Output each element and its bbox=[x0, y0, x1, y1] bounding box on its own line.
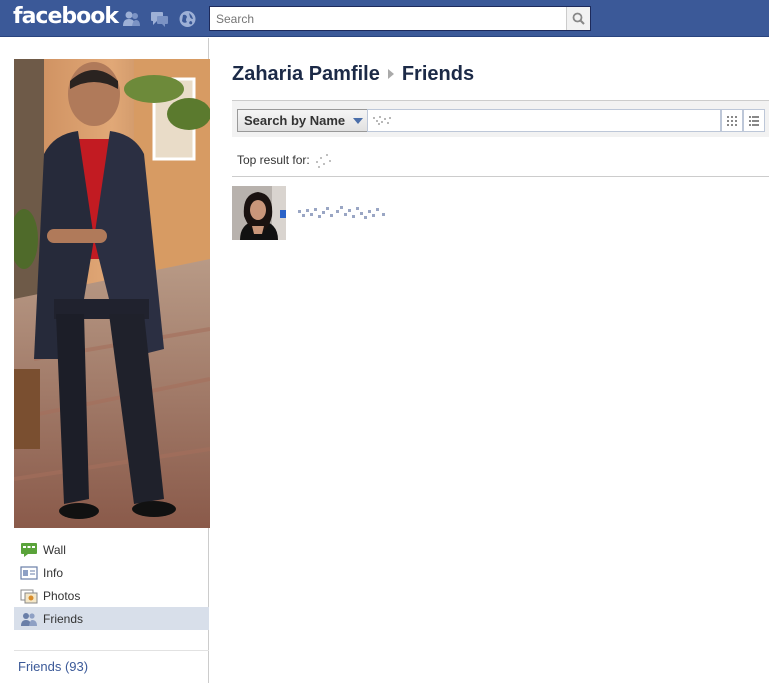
friends-count-link[interactable]: Friends (93) bbox=[18, 659, 88, 674]
chevron-down-icon bbox=[353, 117, 364, 124]
redacted-friend-name-link[interactable] bbox=[296, 201, 392, 225]
profile-photo-person bbox=[14, 59, 210, 528]
friend-requests-icon[interactable] bbox=[122, 10, 141, 28]
left-column: Wall Info Photos Friends Friends (93) bbox=[0, 38, 210, 683]
sidebar-item-label: Friends bbox=[43, 611, 84, 626]
section-title: Friends bbox=[401, 63, 475, 85]
global-search[interactable] bbox=[209, 6, 591, 31]
page-title: Zaharia Pamfile Friends bbox=[232, 63, 474, 86]
sidebar-item-wall[interactable]: Wall bbox=[14, 538, 209, 561]
grid-view-button[interactable] bbox=[721, 109, 743, 132]
profile-nav: Wall Info Photos Friends bbox=[14, 538, 209, 630]
facebook-logo[interactable]: facebook bbox=[13, 4, 119, 29]
redacted-text-icon bbox=[316, 154, 332, 168]
sidebar-item-friends[interactable]: Friends bbox=[14, 607, 209, 630]
filter-dropdown-button[interactable]: Search by Name bbox=[237, 109, 368, 132]
list-view-icon bbox=[749, 115, 759, 126]
filter-label: Search by Name bbox=[244, 113, 346, 128]
profile-name-link[interactable]: Zaharia Pamfile bbox=[232, 63, 380, 85]
grid-view-icon bbox=[727, 115, 737, 126]
photos-icon bbox=[20, 589, 38, 603]
info-icon bbox=[20, 565, 38, 580]
friend-thumbnail[interactable] bbox=[232, 186, 286, 240]
redacted-text-icon bbox=[373, 116, 391, 125]
top-result-text: Top result for: bbox=[237, 153, 310, 168]
messages-icon[interactable] bbox=[150, 10, 169, 28]
friends-toolbar: Search by Name bbox=[232, 100, 769, 137]
list-item[interactable] bbox=[232, 186, 392, 240]
search-input[interactable] bbox=[210, 7, 566, 30]
sidebar-item-info[interactable]: Info bbox=[14, 561, 209, 584]
sidebar-item-label: Wall bbox=[43, 542, 66, 557]
sidebar-item-label: Info bbox=[43, 565, 64, 580]
name-search-input[interactable] bbox=[367, 109, 721, 132]
search-icon bbox=[572, 12, 585, 25]
wall-icon bbox=[21, 542, 37, 557]
sidebar-item-photos[interactable]: Photos bbox=[14, 584, 209, 607]
divider bbox=[14, 650, 209, 651]
notifications-icon[interactable] bbox=[178, 10, 197, 28]
profile-picture[interactable] bbox=[14, 59, 210, 528]
top-result-label: Top result for: bbox=[237, 151, 335, 171]
avatar bbox=[232, 186, 286, 240]
search-button[interactable] bbox=[566, 7, 590, 30]
breadcrumb-arrow-icon bbox=[387, 68, 394, 79]
results-divider bbox=[232, 176, 769, 177]
friends-icon bbox=[21, 612, 37, 626]
sidebar-item-label: Photos bbox=[43, 588, 81, 603]
top-bar: facebook bbox=[0, 0, 769, 37]
list-view-button[interactable] bbox=[743, 109, 765, 132]
